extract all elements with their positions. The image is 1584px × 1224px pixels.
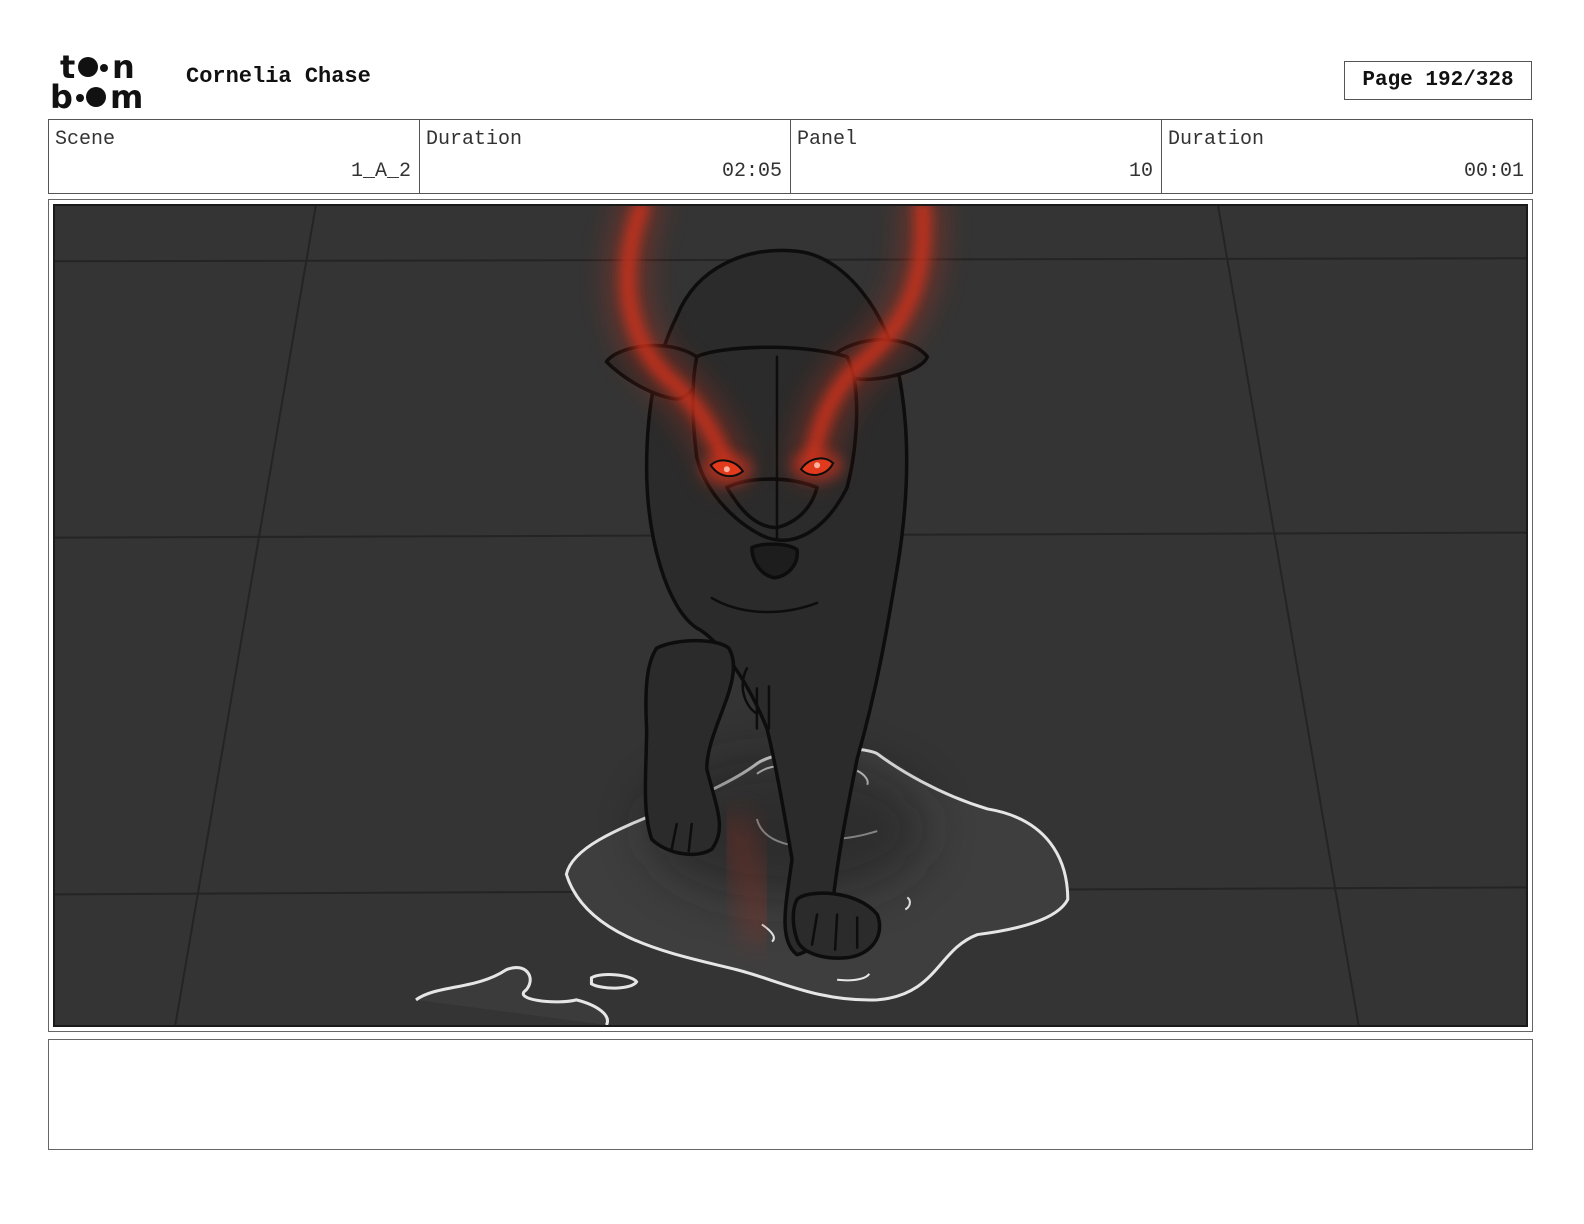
panel-duration-label: Duration (1168, 128, 1265, 151)
panel-drawing (53, 204, 1528, 1027)
panel-notes (48, 1039, 1533, 1150)
storyboard-panel (48, 199, 1533, 1032)
scene-duration-value: 02:05 (721, 160, 782, 183)
scene-value: 1_A_2 (350, 160, 411, 183)
panel-label: Panel (797, 128, 858, 151)
svg-text:b: b (50, 78, 73, 112)
scene-duration-cell: Duration 02:05 (420, 120, 791, 193)
scene-label: Scene (55, 128, 116, 151)
page-indicator: Page 192/328 (1344, 61, 1532, 100)
scene-cell: Scene 1_A_2 (49, 120, 420, 193)
scene-duration-label: Duration (426, 128, 523, 151)
project-title: Cornelia Chase (186, 64, 371, 89)
panel-duration-value: 00:01 (1463, 160, 1524, 183)
panel-duration-cell: Duration 00:01 (1162, 120, 1532, 193)
toon-boom-logo: t n b m (50, 48, 164, 116)
panel-cell: Panel 10 (791, 120, 1162, 193)
panel-info-bar: Scene 1_A_2 Duration 02:05 Panel 10 Dura… (48, 119, 1533, 194)
svg-text:m: m (110, 78, 143, 112)
dog-sketch-image (55, 206, 1526, 1025)
panel-value: 10 (1128, 160, 1153, 183)
